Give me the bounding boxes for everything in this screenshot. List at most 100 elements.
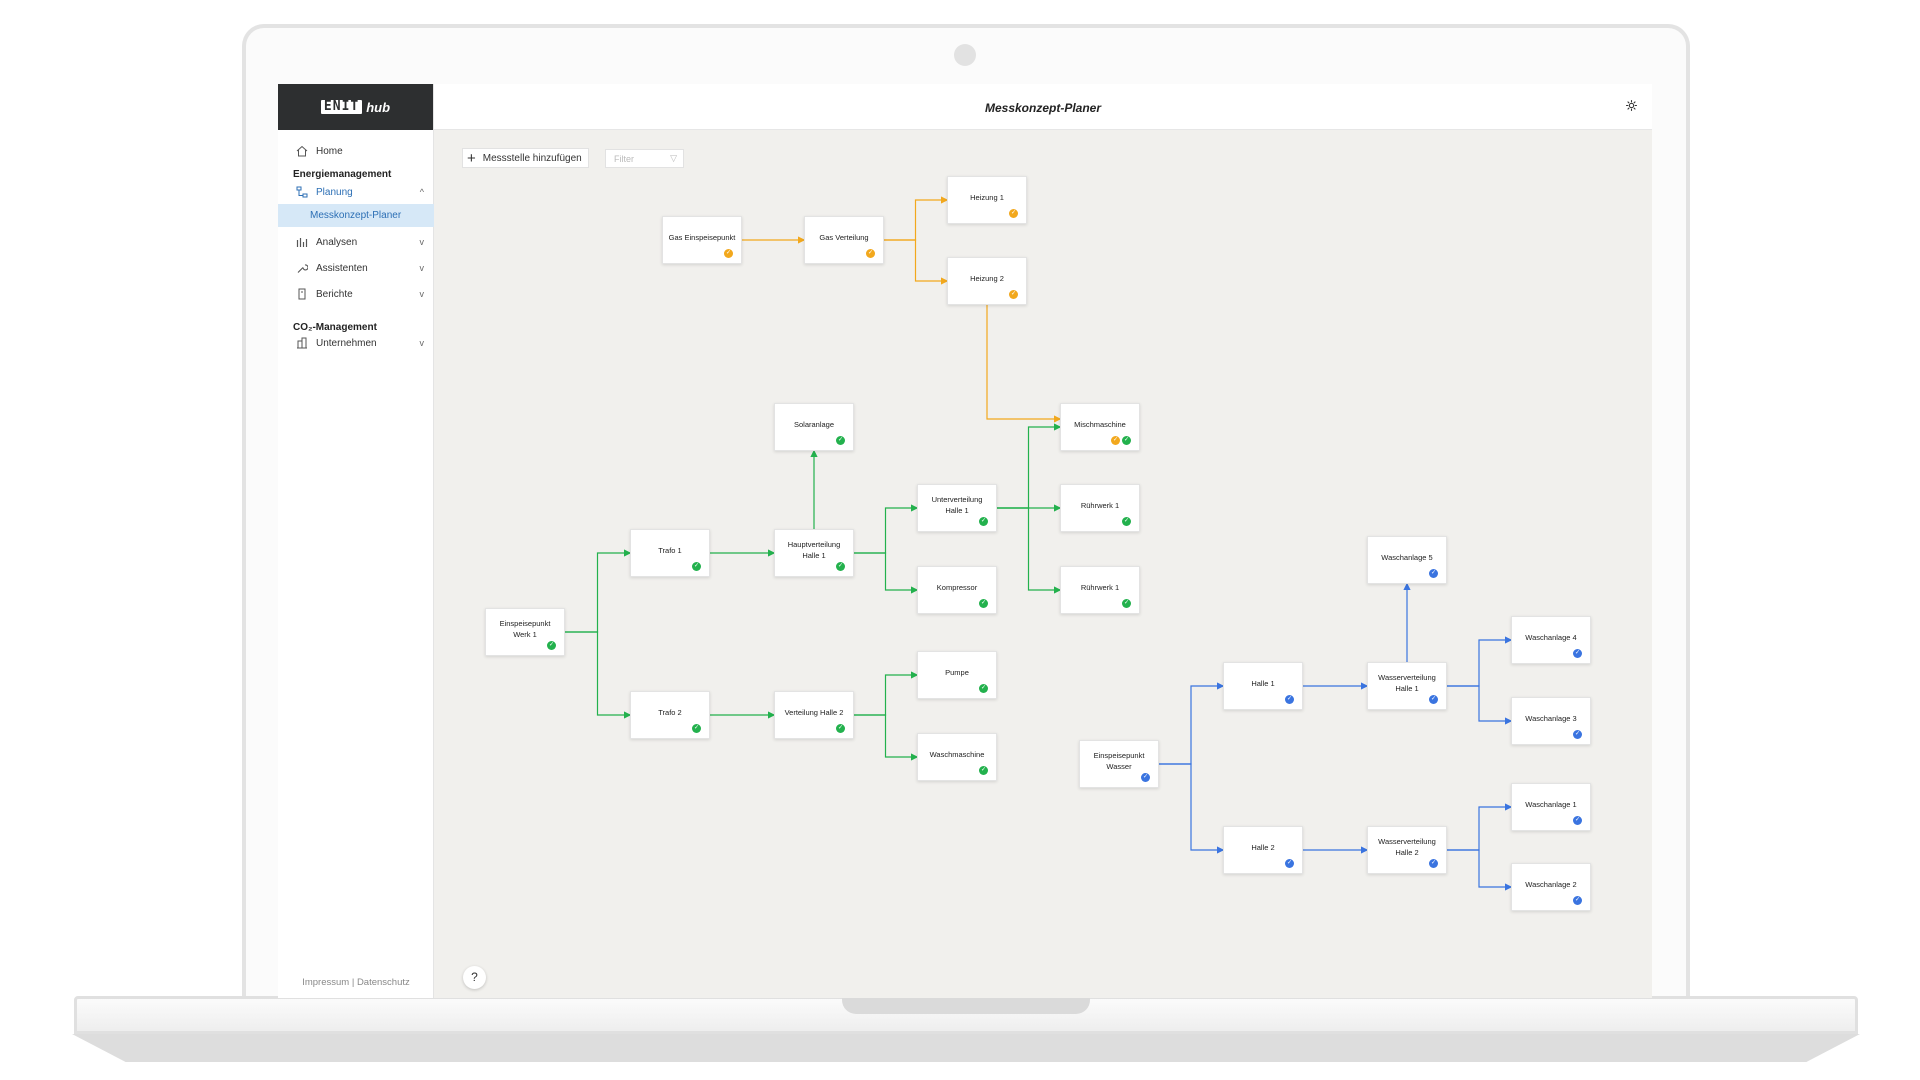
sidebar-item-analysen[interactable]: Analysen v <box>278 231 434 253</box>
gear-icon[interactable] <box>1625 99 1638 112</box>
power-check-icon: ✓ <box>1122 436 1131 445</box>
node-label: Halle 1 <box>1251 678 1275 688</box>
gas-check-icon: ✓ <box>1009 290 1018 299</box>
building-icon <box>297 337 307 349</box>
node-label: Einspeisepunkt Wasser <box>1093 751 1145 771</box>
edge-heiz2-to-misch <box>986 305 1062 423</box>
node-label: Waschanlage 4 <box>1525 632 1577 642</box>
power-check-icon: ✓ <box>979 599 988 608</box>
node-label: Wasserverteilung Halle 1 <box>1378 673 1436 693</box>
power-check-icon: ✓ <box>692 562 701 571</box>
water-check-icon: ✓ <box>1141 773 1150 782</box>
water-check-icon: ✓ <box>1573 896 1582 905</box>
node-label: Heizung 2 <box>970 273 1004 283</box>
edge-verth2-to-waschm <box>854 714 919 761</box>
node-label: Rührwerk 1 <box>1080 500 1120 510</box>
flow-node-einspw[interactable]: Einspeisepunkt Werk 1 ✓ <box>485 608 565 656</box>
flow-node-wa1[interactable]: Waschanlage 1 ✓ <box>1511 783 1591 831</box>
gas-check-icon: ✓ <box>1009 209 1018 218</box>
edge-verth2-to-pumpe <box>854 671 919 716</box>
edge-wv1-to-wa3 <box>1447 685 1513 725</box>
node-label: Solaranlage <box>793 419 835 429</box>
power-check-icon: ✓ <box>979 684 988 693</box>
node-badges: ✓ <box>1141 773 1150 782</box>
flow-node-ruehr1b[interactable]: Rührwerk 1 ✓ <box>1060 566 1140 614</box>
power-check-icon: ✓ <box>979 766 988 775</box>
flow-node-halle2[interactable]: Halle 2 ✓ <box>1223 826 1303 874</box>
chevron-down-icon: v <box>419 338 425 348</box>
node-label: Wasserverteilung Halle 2 <box>1378 837 1436 857</box>
sidebar-item-planung[interactable]: Planung ^ <box>278 181 434 203</box>
node-badges: ✓ <box>836 724 845 733</box>
flow-node-wa3[interactable]: Waschanlage 3 ✓ <box>1511 697 1591 745</box>
water-check-icon: ✓ <box>1429 569 1438 578</box>
flow-node-hauptv[interactable]: Hauptverteilung Halle 1 ✓ <box>774 529 854 577</box>
flow-node-solar[interactable]: Solaranlage ✓ <box>774 403 854 451</box>
sidebar-item-assistenten[interactable]: Assistenten v <box>278 257 434 279</box>
flow-node-heiz2[interactable]: Heizung 2 ✓ <box>947 257 1027 305</box>
water-check-icon: ✓ <box>1429 859 1438 868</box>
sidebar-item-unternehmen[interactable]: Unternehmen v <box>278 332 434 354</box>
power-check-icon: ✓ <box>979 517 988 526</box>
node-label: Heizung 1 <box>970 192 1004 202</box>
flow-node-waschm[interactable]: Waschmaschine ✓ <box>917 733 997 781</box>
flow-node-wa5[interactable]: Waschanlage 5 ✓ <box>1367 536 1447 584</box>
flow-node-ruehr1[interactable]: Rührwerk 1 ✓ <box>1060 484 1140 532</box>
node-label: Gas Einspeisepunkt <box>668 232 736 242</box>
gas-check-icon: ✓ <box>1111 436 1120 445</box>
flow-node-wv1[interactable]: Wasserverteilung Halle 1 ✓ <box>1367 662 1447 710</box>
node-badges: ✓ <box>866 249 875 258</box>
flow-node-wv2[interactable]: Wasserverteilung Halle 2 ✓ <box>1367 826 1447 874</box>
flow-node-heiz1[interactable]: Heizung 1 ✓ <box>947 176 1027 224</box>
flow-node-misch[interactable]: Mischmaschine ✓ ✓ <box>1060 403 1140 451</box>
filter-icon: ▽ <box>670 153 677 163</box>
edge-einwas-to-halle2 <box>1159 763 1225 854</box>
node-label: Gas Verteilung <box>819 232 869 242</box>
edge-wv2-to-wa1 <box>1447 803 1513 851</box>
node-badges: ✓ <box>1285 859 1294 868</box>
flow-node-wa4[interactable]: Waschanlage 4 ✓ <box>1511 616 1591 664</box>
water-check-icon: ✓ <box>1573 816 1582 825</box>
node-label: Unterverteilung Halle 1 <box>931 495 983 515</box>
flow-node-trafo1[interactable]: Trafo 1 ✓ <box>630 529 710 577</box>
flow-node-einwas[interactable]: Einspeisepunkt Wasser ✓ <box>1079 740 1159 788</box>
flow-node-wa2[interactable]: Waschanlage 2 ✓ <box>1511 863 1591 911</box>
flow-node-pumpe[interactable]: Pumpe ✓ <box>917 651 997 699</box>
report-icon <box>298 288 306 300</box>
footer-links[interactable]: Impressum | Datenschutz <box>278 977 434 988</box>
flow-node-kompr[interactable]: Kompressor ✓ <box>917 566 997 614</box>
logo-mark: ENIT <box>320 100 363 114</box>
water-check-icon: ✓ <box>1285 859 1294 868</box>
node-label: Waschanlage 1 <box>1525 799 1577 809</box>
laptop-foot <box>72 1034 1860 1062</box>
node-badges: ✓ <box>1573 896 1582 905</box>
power-check-icon: ✓ <box>692 724 701 733</box>
sidebar-item-berichte[interactable]: Berichte v <box>278 283 434 305</box>
flow-node-unter[interactable]: Unterverteilung Halle 1 ✓ <box>917 484 997 532</box>
edge-einwas-to-halle1 <box>1159 682 1225 765</box>
plus-icon: + <box>467 149 476 167</box>
edge-gas_vert-to-heiz2 <box>884 239 949 285</box>
node-label: Trafo 1 <box>658 545 682 555</box>
flow-node-trafo2[interactable]: Trafo 2 ✓ <box>630 691 710 739</box>
flow-node-gas_ein[interactable]: Gas Einspeisepunkt ✓ <box>662 216 742 264</box>
help-button[interactable]: ? <box>463 966 486 989</box>
home-icon <box>296 145 308 157</box>
node-label: Verteilung Halle 2 <box>784 707 844 717</box>
flow-node-gas_vert[interactable]: Gas Verteilung ✓ <box>804 216 884 264</box>
node-label: Kompressor <box>936 582 978 592</box>
flow-canvas[interactable]: Gas Einspeisepunkt ✓ Gas Verteilung ✓ Heizun… <box>278 84 1652 998</box>
edge-unter-to-misch <box>997 423 1062 509</box>
node-badges: ✓ <box>1573 730 1582 739</box>
node-label: Hauptverteilung Halle 1 <box>787 540 841 560</box>
node-label: Einspeisepunkt Werk 1 <box>499 619 551 639</box>
node-label: Waschanlage 3 <box>1525 713 1577 723</box>
sidebar-item-messkonzept-planer[interactable]: Messkonzept-Planer <box>278 204 434 227</box>
add-measuring-point-button[interactable]: + Messstelle hinzufügen <box>462 148 589 168</box>
node-badges: ✓ <box>1429 569 1438 578</box>
flow-node-halle1[interactable]: Halle 1 ✓ <box>1223 662 1303 710</box>
node-badges: ✓ ✓ <box>1111 436 1131 445</box>
filter-input[interactable]: Filter ▽ <box>605 149 684 168</box>
flow-node-verth2[interactable]: Verteilung Halle 2 ✓ <box>774 691 854 739</box>
sidebar-item-home[interactable]: Home <box>278 140 434 162</box>
